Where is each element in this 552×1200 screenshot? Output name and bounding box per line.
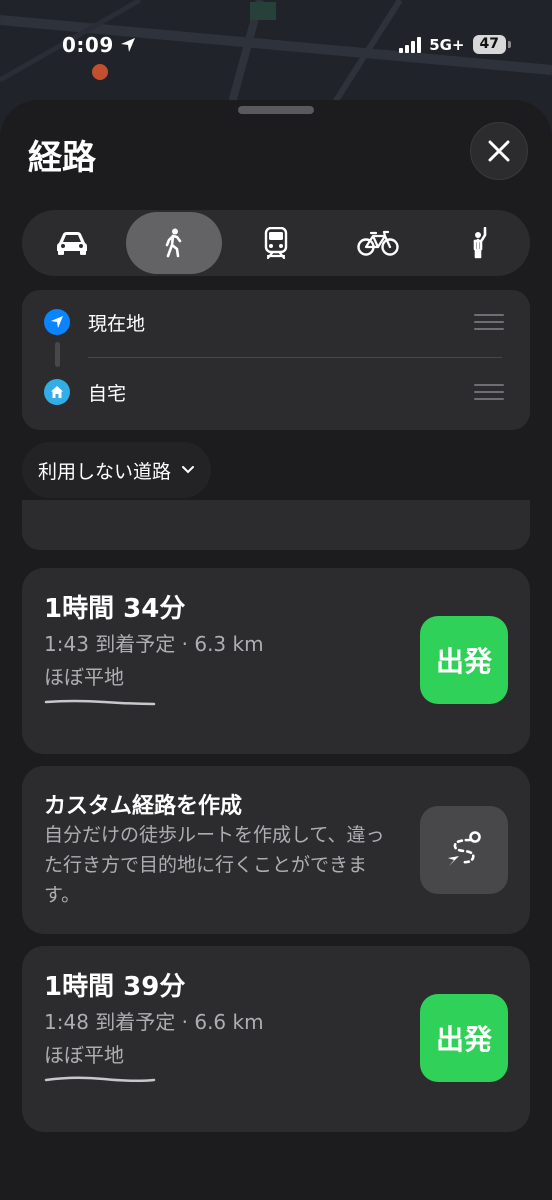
clipped-link-text	[44, 500, 50, 515]
avoid-roads-label: 利用しない道路	[38, 460, 172, 483]
close-icon	[488, 140, 510, 162]
reorder-handle-icon[interactable]	[474, 384, 504, 400]
status-time: 0:09	[62, 33, 136, 57]
location-services-icon	[120, 38, 135, 52]
cellular-signal-icon	[399, 36, 422, 53]
chevron-down-icon	[182, 466, 195, 474]
mode-ride-button[interactable]	[432, 212, 528, 274]
origin-label: 現在地	[88, 312, 146, 335]
transport-mode-selector	[22, 210, 530, 276]
reorder-handle-icon[interactable]	[474, 314, 504, 330]
status-indicators: 5G+ 47	[399, 35, 512, 54]
mode-transit-button[interactable]	[228, 212, 324, 274]
go-button[interactable]: 出発	[420, 616, 508, 704]
car-icon	[57, 232, 87, 255]
mode-cycle-button[interactable]	[330, 212, 426, 274]
train-icon	[264, 227, 288, 259]
divider	[88, 357, 502, 358]
directions-sheet: 経路 現在地 自宅 利用しない道路 1時間 34分 1:43 到着予定 · 6.…	[0, 100, 552, 1200]
bicycle-icon	[357, 230, 399, 256]
close-button[interactable]	[470, 122, 528, 180]
location-arrow-icon	[44, 309, 70, 335]
clock: 0:09	[62, 33, 114, 57]
mode-walk-button[interactable]	[126, 212, 222, 274]
route-terrain: ほぼ平地	[44, 1043, 124, 1067]
route-card-2[interactable]: 1時間 39分 1:48 到着予定 · 6.6 km ほぼ平地 出発	[22, 946, 530, 1132]
custom-route-card[interactable]: カスタム経路を作成 自分だけの徒歩ルートを作成して、違った行き方で目的地に行くこ…	[22, 766, 530, 934]
destination-row[interactable]: 自宅	[22, 362, 530, 422]
elevation-graph	[44, 699, 156, 706]
battery-indicator: 47	[472, 35, 512, 54]
route-arrival-distance: 1:48 到着予定 · 6.6 km	[44, 1010, 264, 1034]
route-terrain: ほぼ平地	[44, 665, 124, 689]
status-bar: 0:09 5G+ 47	[0, 0, 552, 90]
custom-route-title: カスタム経路を作成	[44, 794, 243, 819]
route-duration: 1時間 39分	[44, 972, 186, 1002]
custom-route-description: 自分だけの徒歩ルートを作成して、違った行き方で目的地に行くことができます。	[44, 824, 385, 906]
route-card-1[interactable]: 1時間 34分 1:43 到着予定 · 6.3 km ほぼ平地 出発	[22, 568, 530, 754]
custom-route-icon	[448, 831, 481, 866]
sheet-title: 経路	[28, 138, 96, 178]
avoid-roads-button[interactable]: 利用しない道路	[22, 442, 212, 498]
elevation-graph	[44, 1076, 156, 1083]
route-duration: 1時間 34分	[44, 594, 186, 624]
walking-icon	[165, 228, 182, 258]
home-icon	[44, 379, 70, 405]
collapsed-card	[22, 500, 530, 550]
route-endpoints: 現在地 自宅	[22, 290, 530, 430]
create-custom-route-button[interactable]	[420, 806, 508, 894]
mode-car-button[interactable]	[24, 212, 120, 274]
hail-icon	[473, 227, 487, 259]
go-button[interactable]: 出発	[420, 994, 508, 1082]
origin-row[interactable]: 現在地	[22, 292, 530, 352]
route-arrival-distance: 1:43 到着予定 · 6.3 km	[44, 632, 264, 656]
destination-label: 自宅	[88, 382, 127, 405]
sheet-grabber[interactable]	[238, 106, 314, 114]
network-type: 5G+	[429, 35, 465, 54]
